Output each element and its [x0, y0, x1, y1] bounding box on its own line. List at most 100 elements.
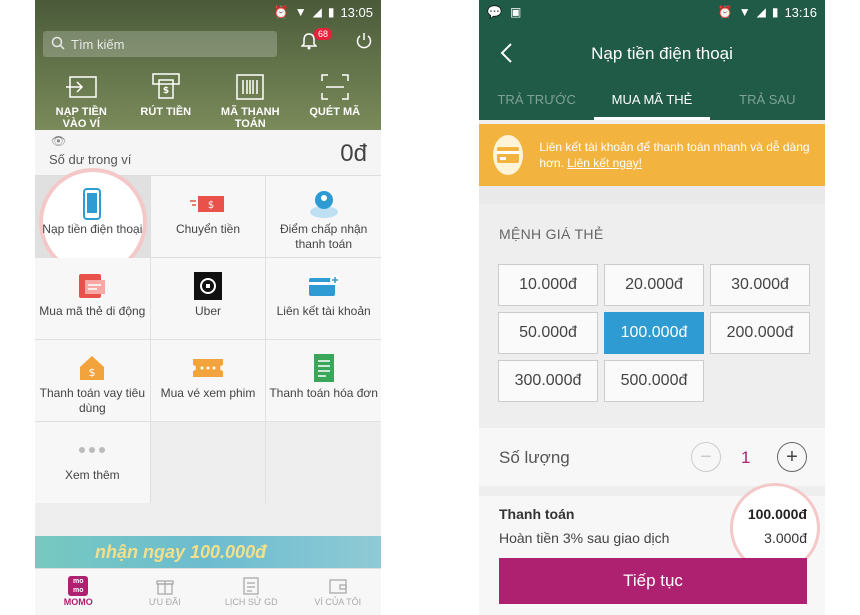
quantity-value: 1	[741, 448, 751, 467]
denomination-option[interactable]: 10.000đ	[498, 264, 598, 306]
card-code-icon	[35, 268, 150, 304]
right-phone-screen: 💬 ▣ ⏰ ▼ ◢ ▮ 13:16 Nạp tiền điện thoại TR…	[479, 0, 825, 615]
nav-offers[interactable]: ƯU ĐÃI	[122, 569, 209, 615]
banner-text: nhận ngay 100.000đ	[95, 542, 267, 562]
quick-action-label: NẠP TIỀN VÀO VÍ	[55, 106, 107, 130]
denomination-option[interactable]: 300.000đ	[498, 360, 598, 402]
status-bar: 💬 ▣ ⏰ ▼ ◢ ▮ 13:16	[479, 0, 825, 24]
gallery-icon: ▣	[509, 5, 522, 19]
balance-value: 0đ	[340, 140, 367, 167]
search-input[interactable]: Tìm kiếm	[43, 31, 277, 57]
nav-momo[interactable]: mo mo MOMO	[35, 569, 122, 615]
cashback-value: 3.000đ	[764, 530, 807, 546]
history-icon	[208, 575, 295, 597]
wifi-icon: ▼	[738, 5, 751, 19]
left-phone-screen: ⏰ ▼ ◢ ▮ 13:05 Tìm kiếm 68 NẠP TIỀN VÀO V…	[35, 0, 381, 615]
payment-value: 100.000đ	[747, 506, 807, 522]
signal-icon: ◢	[312, 5, 322, 19]
denomination-option[interactable]: 500.000đ	[604, 360, 704, 402]
quick-action-label: RÚT TIỀN	[140, 106, 192, 118]
page-title: Nạp tiền điện thoại	[591, 44, 733, 63]
eye-icon[interactable]: 👁	[51, 134, 66, 148]
balance-bar: 👁 Số dư trong ví 0đ	[35, 130, 381, 176]
momo-logo-icon: mo mo	[68, 576, 89, 596]
topup-header: 💬 ▣ ⏰ ▼ ◢ ▮ 13:16 Nạp tiền điện thoại TR…	[479, 0, 825, 120]
battery-icon: ▮	[771, 5, 779, 19]
status-time: 13:05	[340, 4, 373, 20]
alarm-icon: ⏰	[273, 5, 289, 19]
service-label: Điểm chấp nhận thanh toán	[279, 222, 368, 251]
plus-icon[interactable]: +	[777, 442, 807, 472]
quick-action-pay-code[interactable]: MÃ THANH TOÁN	[211, 72, 289, 130]
location-icon	[266, 186, 381, 222]
continue-button[interactable]: Tiếp tục	[499, 558, 807, 604]
service-bill-payment[interactable]: Thanh toán hóa đơn	[266, 340, 381, 421]
service-link-account[interactable]: Liên kết tài khoản	[266, 258, 381, 339]
ticket-icon	[151, 350, 266, 386]
link-now-link[interactable]: Liên kết ngay!	[567, 156, 642, 170]
service-label: Xem thêm	[64, 468, 120, 482]
quick-action-withdraw[interactable]: $ RÚT TIỀN	[127, 72, 205, 130]
svg-text:$: $	[208, 200, 214, 211]
service-label: Thanh toán hóa đơn	[269, 386, 378, 400]
atm-withdraw-icon: $	[127, 72, 205, 102]
messenger-icon: 💬	[487, 5, 502, 19]
svg-text:$: $	[163, 86, 169, 96]
service-label: Liên kết tài khoản	[276, 304, 371, 318]
home-header: ⏰ ▼ ◢ ▮ 13:05 Tìm kiếm 68 NẠP TIỀN VÀO V…	[35, 0, 381, 130]
search-icon	[51, 36, 65, 53]
service-merchant-points[interactable]: Điểm chấp nhận thanh toán	[266, 176, 381, 257]
signal-icon: ◢	[756, 5, 766, 19]
promo-banner[interactable]: nhận ngay 100.000đ	[35, 536, 381, 568]
service-consumer-loan[interactable]: $ Thanh toán vay tiêu dùng	[35, 340, 150, 421]
denomination-option[interactable]: 20.000đ	[604, 264, 704, 306]
phone-icon	[35, 186, 150, 222]
quick-action-scan[interactable]: QUÉT MÃ	[296, 72, 374, 130]
providers-strip	[479, 186, 825, 204]
quick-action-label: QUÉT MÃ	[309, 106, 361, 118]
nav-label: LỊCH SỬ GD	[224, 597, 278, 607]
service-label: Uber	[194, 304, 221, 318]
service-topup-phone[interactable]: Nạp tiền điện thoại	[35, 172, 150, 272]
denomination-option[interactable]: 50.000đ	[498, 312, 598, 354]
denomination-section-title: MỆNH GIÁ THẺ	[499, 226, 604, 242]
tab-buy-card-code[interactable]: MUA MÃ THẺ	[594, 80, 710, 120]
scan-icon	[296, 72, 374, 102]
more-dots-icon	[35, 432, 150, 468]
link-account-notice[interactable]: Liên kết tài khoản để thanh toán nhanh v…	[479, 124, 825, 186]
gift-icon	[122, 575, 209, 597]
quick-action-deposit[interactable]: NẠP TIỀN VÀO VÍ	[42, 72, 120, 130]
service-movie-tickets[interactable]: Mua vé xem phim	[150, 340, 266, 421]
wallet-in-icon	[42, 72, 120, 102]
service-see-more[interactable]: Xem thêm	[35, 422, 150, 503]
service-label: Mua mã thẻ di động	[39, 304, 146, 318]
service-transfer[interactable]: $ Chuyển tiền	[150, 176, 266, 257]
minus-icon[interactable]: −	[691, 442, 721, 472]
card-link-icon	[493, 135, 524, 175]
nav-label: ƯU ĐÃI	[148, 597, 181, 607]
payment-label: Thanh toán	[499, 506, 575, 522]
service-label: Mua vé xem phim	[160, 386, 256, 400]
service-buy-card-code[interactable]: Mua mã thẻ di động	[35, 258, 150, 339]
denomination-option[interactable]: 30.000đ	[710, 264, 810, 306]
nav-history[interactable]: LỊCH SỬ GD	[208, 569, 295, 615]
service-uber[interactable]: Uber	[150, 258, 266, 339]
nav-my-wallet[interactable]: VÍ CỦA TÔI	[295, 569, 382, 615]
notification-badge: 68	[314, 28, 333, 40]
search-row: Tìm kiếm 68	[43, 28, 373, 58]
notice-text: Liên kết tài khoản để thanh toán nhanh v…	[539, 139, 825, 171]
alarm-icon: ⏰	[717, 5, 733, 19]
power-icon[interactable]	[355, 32, 373, 55]
tab-prepaid[interactable]: TRẢ TRƯỚC	[479, 80, 594, 120]
denomination-option-selected[interactable]: 100.000đ	[604, 312, 704, 354]
quantity-stepper: Số lượng − 1 +	[479, 428, 825, 486]
status-bar: ⏰ ▼ ◢ ▮ 13:05	[35, 0, 381, 24]
quick-actions: NẠP TIỀN VÀO VÍ $ RÚT TIỀN MÃ THANH TOÁN…	[35, 72, 381, 130]
grid-empty-cell	[150, 422, 266, 503]
denomination-option[interactable]: 200.000đ	[710, 312, 810, 354]
service-label: Nạp tiền điện thoại	[42, 222, 143, 236]
nav-label: VÍ CỦA TÔI	[314, 597, 362, 607]
tab-postpaid[interactable]: TRẢ SAU	[710, 80, 825, 120]
service-label: Chuyển tiền	[175, 222, 241, 236]
money-transfer-icon: $	[151, 186, 266, 222]
